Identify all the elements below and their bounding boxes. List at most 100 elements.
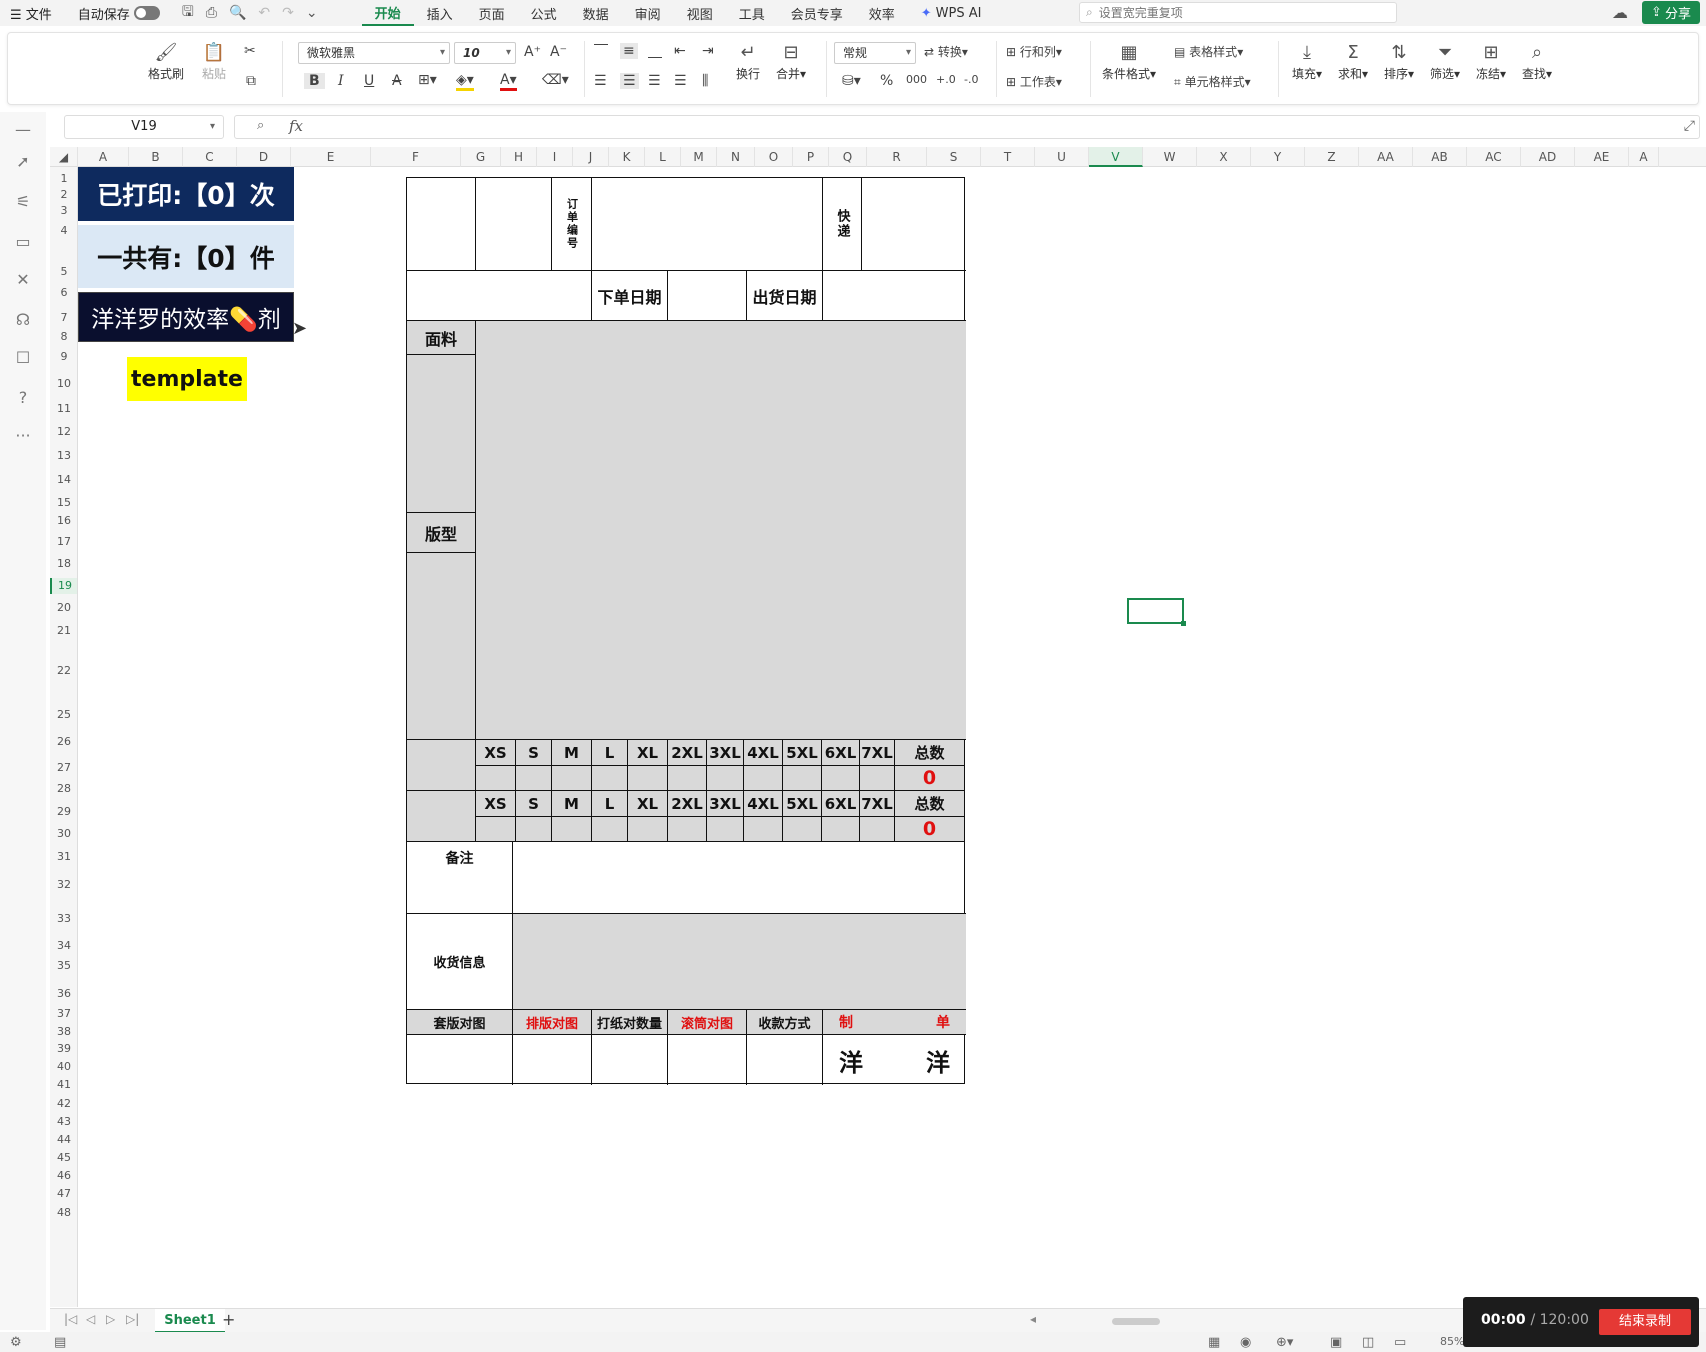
strikethrough-button[interactable]: A	[392, 73, 402, 89]
fill-color-icon[interactable]: ◈▾	[456, 72, 474, 91]
footer-value-4[interactable]	[668, 1035, 747, 1085]
size-quantity-cell[interactable]	[592, 766, 628, 791]
row-header[interactable]: 31	[50, 849, 77, 865]
row-header[interactable]: 1	[50, 171, 77, 187]
name-box[interactable]: V19 ▾	[64, 115, 224, 139]
row-header[interactable]: 42	[50, 1096, 77, 1112]
toggle-switch[interactable]	[133, 6, 160, 20]
stop-recording-button[interactable]: 结束录制	[1599, 1309, 1691, 1335]
tab-tools[interactable]: 工具	[726, 0, 778, 26]
column-header[interactable]: R	[867, 147, 927, 167]
font-name-select[interactable]: 微软雅黑 ▾	[298, 42, 450, 64]
row-header[interactable]: 45	[50, 1150, 77, 1166]
horizontal-scrollbar[interactable]	[1112, 1318, 1160, 1325]
row-header[interactable]: 40	[50, 1059, 77, 1075]
row-header[interactable]: 48	[50, 1205, 77, 1221]
column-header[interactable]: AB	[1413, 147, 1467, 167]
autosave-toggle[interactable]: 自动保存	[72, 0, 166, 26]
align-bottom-icon[interactable]: ⎽	[648, 43, 662, 59]
ship-date-value[interactable]	[823, 271, 966, 321]
conditional-format-button[interactable]: ▦ 条件格式▾	[1102, 41, 1156, 82]
row-header[interactable]: 3	[50, 203, 77, 219]
receiving-info-value[interactable]	[513, 914, 966, 1010]
column-header[interactable]: V	[1089, 147, 1143, 167]
sheet-tab-sheet1[interactable]: Sheet1	[155, 1309, 225, 1333]
column-header[interactable]: AD	[1521, 147, 1575, 167]
bold-button[interactable]: B	[304, 73, 325, 89]
sort-button[interactable]: ⇅ 排序▾	[1384, 41, 1414, 82]
express-value[interactable]	[862, 178, 966, 271]
formula-input[interactable]: ⌕ fx ⤢	[234, 115, 1700, 139]
eraser-icon[interactable]: ⌫▾	[542, 72, 569, 88]
size-quantity-cell[interactable]	[628, 766, 668, 791]
row-header[interactable]: 35	[50, 958, 77, 974]
size-quantity-cell[interactable]	[628, 817, 668, 842]
row-header[interactable]: 30	[50, 826, 77, 842]
size-quantity-cell[interactable]	[552, 817, 592, 842]
row-header[interactable]: 6	[50, 285, 77, 301]
row-header[interactable]: 32	[50, 877, 77, 893]
font-increase-icon[interactable]: A⁺	[524, 44, 541, 60]
print-icon[interactable]: ⎙	[200, 5, 223, 21]
size-quantity-cell[interactable]	[516, 817, 552, 842]
column-header[interactable]: E	[291, 147, 371, 167]
column-header[interactable]: P	[793, 147, 829, 167]
next-sheet-icon[interactable]: ▷	[106, 1312, 115, 1326]
size-total-value[interactable]: 0	[895, 817, 964, 842]
footer-value-1[interactable]	[407, 1035, 513, 1085]
cell-style-button[interactable]: ⌗ 单元格样式▾	[1174, 73, 1251, 90]
worksheet-button[interactable]: ⊞ 工作表▾	[1006, 73, 1062, 90]
remark-value[interactable]	[513, 842, 966, 914]
filter-button[interactable]: ⏷ 筛选▾	[1430, 41, 1460, 82]
column-header[interactable]: AC	[1467, 147, 1521, 167]
row-header[interactable]: 5	[50, 264, 77, 280]
column-header[interactable]: I	[537, 147, 573, 167]
column-header[interactable]: F	[371, 147, 461, 167]
row-header[interactable]: 4	[50, 223, 77, 239]
macro-icon[interactable]: ▤	[54, 1335, 66, 1350]
grid-view-icon[interactable]: ▦	[1208, 1335, 1220, 1350]
currency-icon[interactable]: ⛁▾	[842, 73, 861, 89]
find-button[interactable]: ⌕ 查找▾	[1522, 41, 1552, 82]
decimal-decrease-icon[interactable]: -.0	[964, 73, 978, 86]
layout-icon[interactable]: ⊕▾	[1276, 1335, 1293, 1350]
save-icon[interactable]: 🖫	[176, 1, 200, 25]
size-quantity-cell[interactable]	[592, 817, 628, 842]
number-format-select[interactable]: 常规 ▾	[834, 42, 916, 64]
column-header[interactable]: S	[927, 147, 981, 167]
tools-icon[interactable]: ✕	[11, 270, 35, 289]
tab-insert[interactable]: 插入	[414, 0, 466, 26]
size-quantity-cell[interactable]	[707, 817, 744, 842]
row-header[interactable]: 47	[50, 1186, 77, 1202]
indent-decrease-icon[interactable]: ⇤	[674, 43, 686, 59]
row-header[interactable]: 18	[50, 556, 77, 572]
row-header[interactable]: 36	[50, 986, 77, 1002]
distribute-icon[interactable]: ⫼	[702, 73, 708, 89]
fabric-value[interactable]	[407, 355, 476, 513]
row-header[interactable]: 38	[50, 1024, 77, 1040]
tab-wps-ai[interactable]: ✦ WPS AI	[908, 0, 995, 26]
tab-page[interactable]: 页面	[466, 0, 518, 26]
align-right-icon[interactable]: ☰	[648, 73, 661, 89]
row-header[interactable]: 39	[50, 1041, 77, 1057]
column-header[interactable]: X	[1197, 147, 1251, 167]
date-row-blank[interactable]	[407, 271, 592, 321]
search-input[interactable]	[1098, 5, 1379, 20]
normal-view-icon[interactable]: ▣	[1330, 1335, 1342, 1350]
first-sheet-icon[interactable]: |◁	[64, 1312, 77, 1326]
align-center-icon[interactable]: ☰	[620, 73, 639, 89]
file-menu[interactable]: ☰ 文件	[4, 0, 58, 26]
zoom-icon[interactable]: ⌕	[257, 118, 264, 133]
adjust-icon[interactable]: ⚟	[11, 192, 35, 211]
row-header[interactable]: 16	[50, 513, 77, 529]
row-header[interactable]: 26	[50, 734, 77, 750]
align-left-icon[interactable]: ☰	[594, 73, 607, 89]
column-header[interactable]: T	[981, 147, 1035, 167]
comment-icon[interactable]: ▭	[11, 232, 35, 251]
size-quantity-cell[interactable]	[707, 766, 744, 791]
image-area[interactable]	[476, 321, 966, 740]
format-painter-button[interactable]: 🖌 格式刷	[148, 41, 184, 82]
add-sheet-button[interactable]: +	[222, 1310, 235, 1329]
select-all-corner[interactable]: ◢	[50, 147, 78, 167]
tab-member[interactable]: 会员专享	[778, 0, 856, 26]
